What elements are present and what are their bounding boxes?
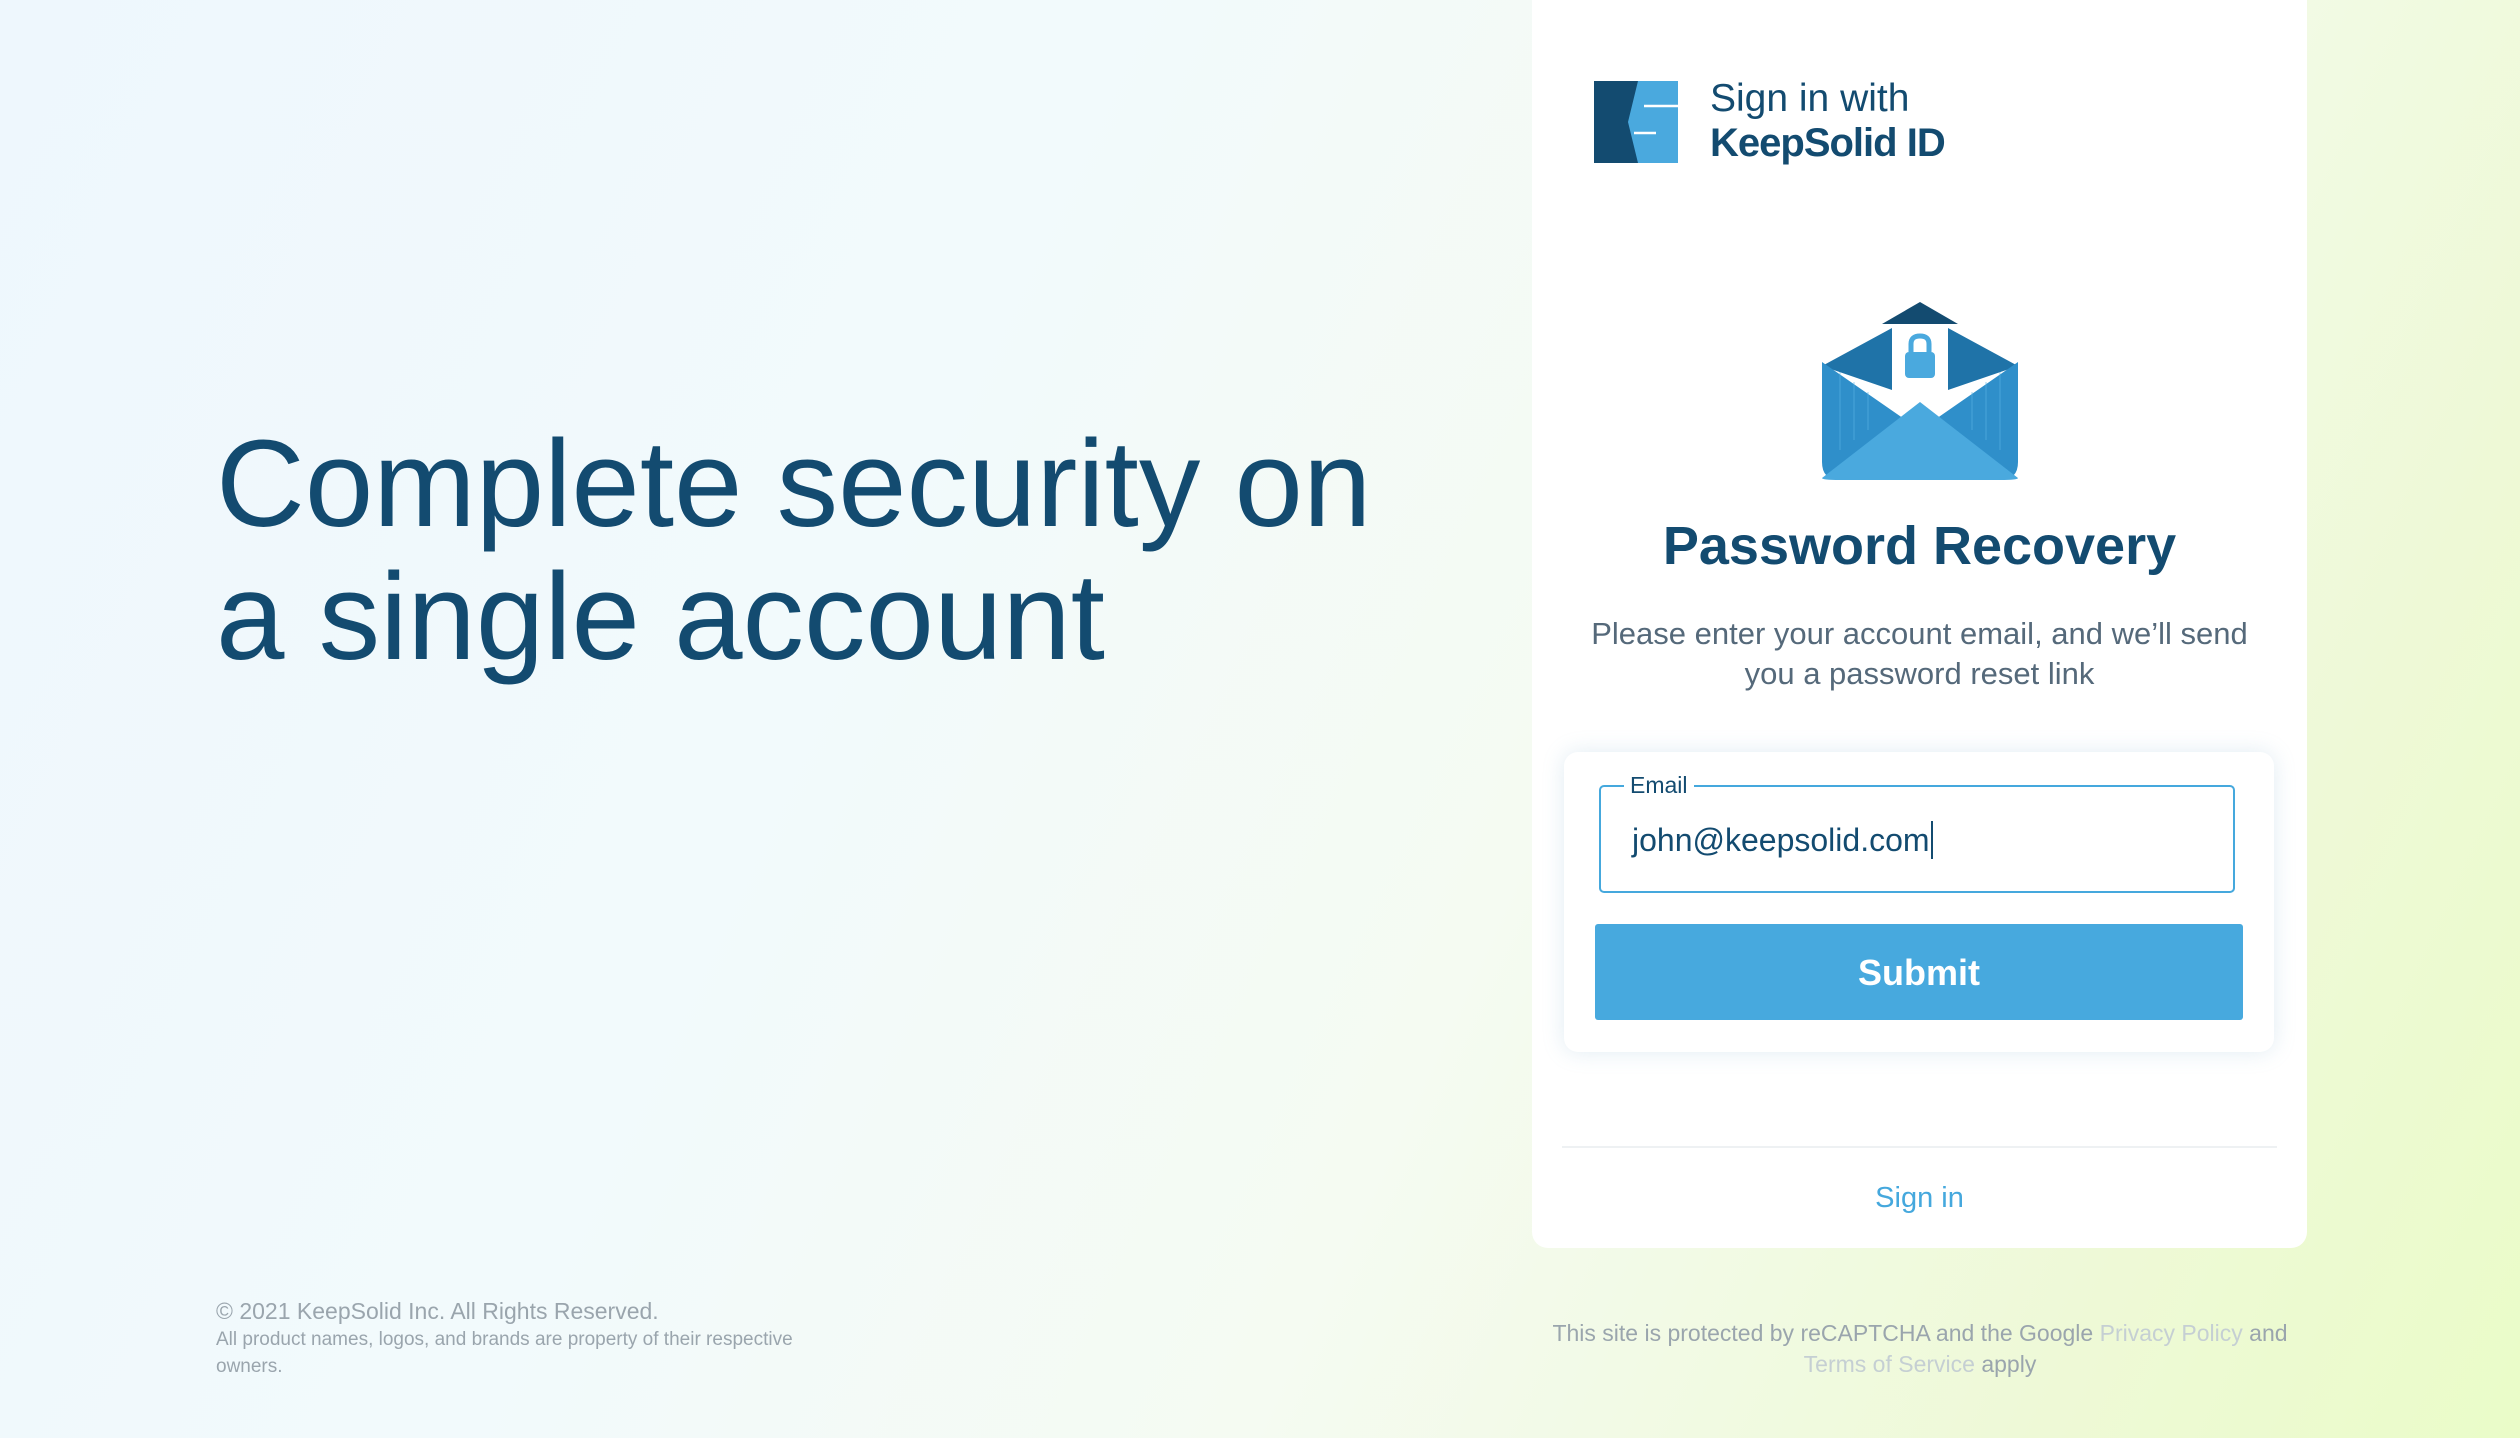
- page-title: Password Recovery: [1662, 516, 2177, 576]
- privacy-policy-link[interactable]: Privacy Policy: [2100, 1320, 2243, 1346]
- email-field[interactable]: Email john@keepsolid.com: [1599, 771, 2235, 893]
- email-input[interactable]: john@keepsolid.com: [1632, 820, 1933, 860]
- brand-signin-text: Sign in with: [1710, 77, 1910, 120]
- apply-text: apply: [1981, 1351, 2037, 1377]
- email-label: Email: [1624, 771, 1694, 799]
- owners-text: All product names, logos, and brands are…: [216, 1329, 793, 1377]
- keepsolid-logo-icon: [1594, 81, 1678, 163]
- sign-in-link[interactable]: Sign in: [1532, 1178, 2307, 1218]
- terms-of-service-link[interactable]: Terms of Service: [1804, 1351, 1975, 1377]
- brand-name: KeepSolid ID: [1710, 121, 1946, 165]
- password-recovery-card: Sign in with KeepSolid ID Password Recov…: [1532, 0, 2307, 1248]
- copyright-text: © 2021 KeepSolid Inc. All Rights Reserve…: [216, 1298, 659, 1324]
- hero-headline: Complete security on a single account: [216, 418, 1396, 684]
- divider: [1562, 1146, 2277, 1148]
- recovery-form: Email john@keepsolid.com Submit: [1564, 752, 2274, 1052]
- recaptcha-text: This site is protected by reCAPTCHA and …: [1552, 1320, 2094, 1346]
- recaptcha-notice: This site is protected by reCAPTCHA and …: [1540, 1318, 2300, 1380]
- email-value: john@keepsolid.com: [1632, 822, 1930, 858]
- page-description: Please enter your account email, and we’…: [1591, 616, 2248, 691]
- footer-copyright: © 2021 KeepSolid Inc. All Rights Reserve…: [216, 1296, 856, 1380]
- and-text: and: [2249, 1320, 2288, 1346]
- submit-button[interactable]: Submit: [1595, 924, 2243, 1020]
- hero-line-2: a single account: [216, 549, 1105, 686]
- hero-line-1: Complete security on: [216, 416, 1372, 553]
- envelope-lock-icon: [1822, 302, 2018, 480]
- text-caret: [1930, 821, 1933, 859]
- brand-header: Sign in with KeepSolid ID: [1594, 77, 1946, 165]
